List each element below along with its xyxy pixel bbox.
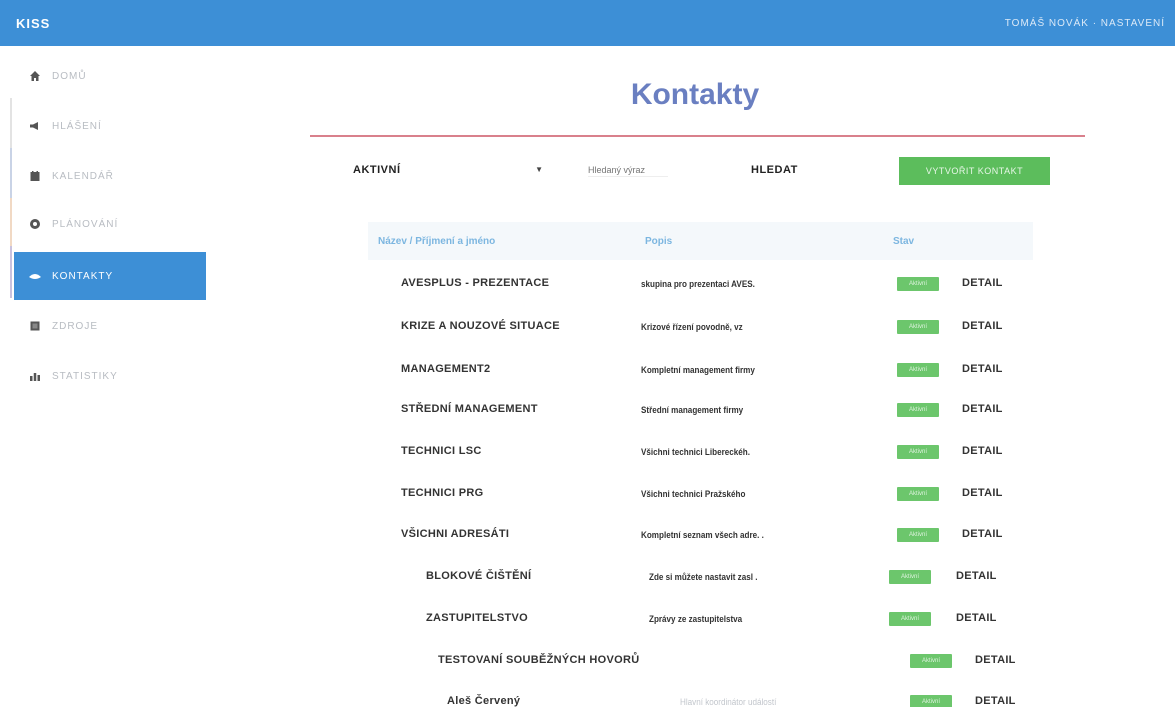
detail-link[interactable]: DETAIL: [962, 403, 1003, 415]
status-filter-value: AKTIVNÍ: [353, 164, 401, 176]
sidebar-divider: [10, 246, 12, 298]
title-divider: [310, 135, 1085, 137]
page-title: Kontakty: [630, 78, 760, 111]
search-button[interactable]: HLEDAT: [751, 164, 798, 176]
status-badge: Aktivní: [910, 695, 952, 707]
column-header-name[interactable]: Název / Příjmení a jméno: [378, 236, 495, 247]
sidebar-item-label: Kalendář: [52, 170, 114, 182]
column-header-description[interactable]: Popis: [645, 236, 672, 247]
search-input[interactable]: [588, 163, 668, 177]
sidebar-item-label: Hlášení: [52, 120, 102, 132]
row-name: Aleš Červený: [447, 695, 521, 707]
detail-link[interactable]: DETAIL: [962, 277, 1003, 289]
resources-icon: [28, 319, 42, 333]
user-menu[interactable]: TOMÁŠ NOVÁK · NASTAVENÍ: [1005, 18, 1165, 29]
create-contact-button[interactable]: VYTVOŘIT KONTAKT: [899, 157, 1050, 185]
column-header-status[interactable]: Stav: [893, 236, 914, 247]
status-badge: Aktivní: [897, 403, 939, 417]
caret-down-icon: ▼: [535, 165, 543, 174]
status-filter-select[interactable]: AKTIVNÍ ▼: [353, 162, 543, 180]
sidebar-item-zdroje[interactable]: Zdroje: [14, 302, 206, 350]
row-name: VŠICHNI ADRESÁTI: [401, 528, 510, 540]
row-description: Zprávy ze zastupitelstva: [649, 614, 743, 624]
brand-logo[interactable]: KISS: [16, 16, 50, 31]
megaphone-icon: [28, 119, 42, 133]
stats-icon: [28, 369, 42, 383]
status-badge: Aktivní: [910, 654, 952, 668]
sidebar-item-statistiky[interactable]: Statistiky: [14, 352, 206, 400]
clock-icon: [28, 217, 42, 231]
sidebar: Domů Hlášení Kalendář Plánování Kontakty…: [0, 46, 206, 707]
sidebar-divider: [10, 198, 12, 246]
status-badge: Aktivní: [897, 528, 939, 542]
sidebar-item-label: Kontakty: [52, 270, 114, 282]
sidebar-item-label: Statistiky: [52, 370, 118, 382]
status-badge: Aktivní: [897, 487, 939, 501]
row-description: Krizové řízení povodně, vz: [641, 322, 743, 332]
detail-link[interactable]: DETAIL: [975, 654, 1016, 666]
row-description: Všichni technici Pražského: [641, 489, 746, 499]
row-name: KRIZE A NOUZOVÉ SITUACE: [401, 320, 560, 332]
row-name: TESTOVANÍ SOUBĚŽNÝCH HOVORŮ: [438, 654, 640, 666]
sidebar-item-kalendar[interactable]: Kalendář: [14, 152, 206, 200]
detail-link[interactable]: DETAIL: [962, 487, 1003, 499]
row-description: Zde si můžete nastavit zasl .: [649, 572, 758, 582]
row-name: MANAGEMENT2: [401, 363, 491, 375]
status-badge: Aktivní: [889, 570, 931, 584]
sidebar-item-label: Plánování: [52, 218, 119, 230]
sidebar-item-planovani[interactable]: Plánování: [14, 200, 206, 248]
detail-link[interactable]: DETAIL: [962, 528, 1003, 540]
sidebar-item-label: Zdroje: [52, 320, 98, 332]
row-description: Kompletní seznam všech adre. .: [641, 530, 764, 540]
sidebar-item-kontakty[interactable]: Kontakty: [14, 252, 206, 300]
status-badge: Aktivní: [897, 445, 939, 459]
detail-link[interactable]: DETAIL: [962, 363, 1003, 375]
row-name: AVESPLUS - PREZENTACE: [401, 277, 550, 289]
row-name: TECHNICI PRG: [401, 487, 484, 499]
status-badge: Aktivní: [889, 612, 931, 626]
row-name: BLOKOVÉ ČIŠTĚNÍ: [426, 570, 532, 582]
detail-link[interactable]: DETAIL: [956, 570, 997, 582]
detail-link[interactable]: DETAIL: [962, 445, 1003, 457]
row-description: Všichni technici Libereckéh.: [641, 447, 750, 457]
top-bar: KISS TOMÁŠ NOVÁK · NASTAVENÍ: [0, 0, 1175, 46]
calendar-icon: [28, 169, 42, 183]
status-badge: Aktivní: [897, 363, 939, 377]
status-badge: Aktivní: [897, 320, 939, 334]
detail-link[interactable]: DETAIL: [956, 612, 997, 624]
row-description: Kompletní management firmy: [641, 365, 755, 375]
row-description: skupina pro prezentaci AVES.: [641, 279, 755, 289]
status-badge: Aktivní: [897, 277, 939, 291]
row-name: STŘEDNÍ MANAGEMENT: [401, 403, 538, 415]
detail-link[interactable]: DETAIL: [962, 320, 1003, 332]
row-description: Střední management firmy: [641, 405, 744, 415]
row-name: TECHNICI LSC: [401, 445, 482, 457]
row-name: ZASTUPITELSTVO: [426, 612, 528, 624]
sidebar-divider: [10, 148, 12, 198]
contacts-icon: [28, 269, 42, 283]
detail-link[interactable]: DETAIL: [975, 695, 1016, 707]
row-description: Hlavní koordinátor událostí: [680, 697, 777, 707]
